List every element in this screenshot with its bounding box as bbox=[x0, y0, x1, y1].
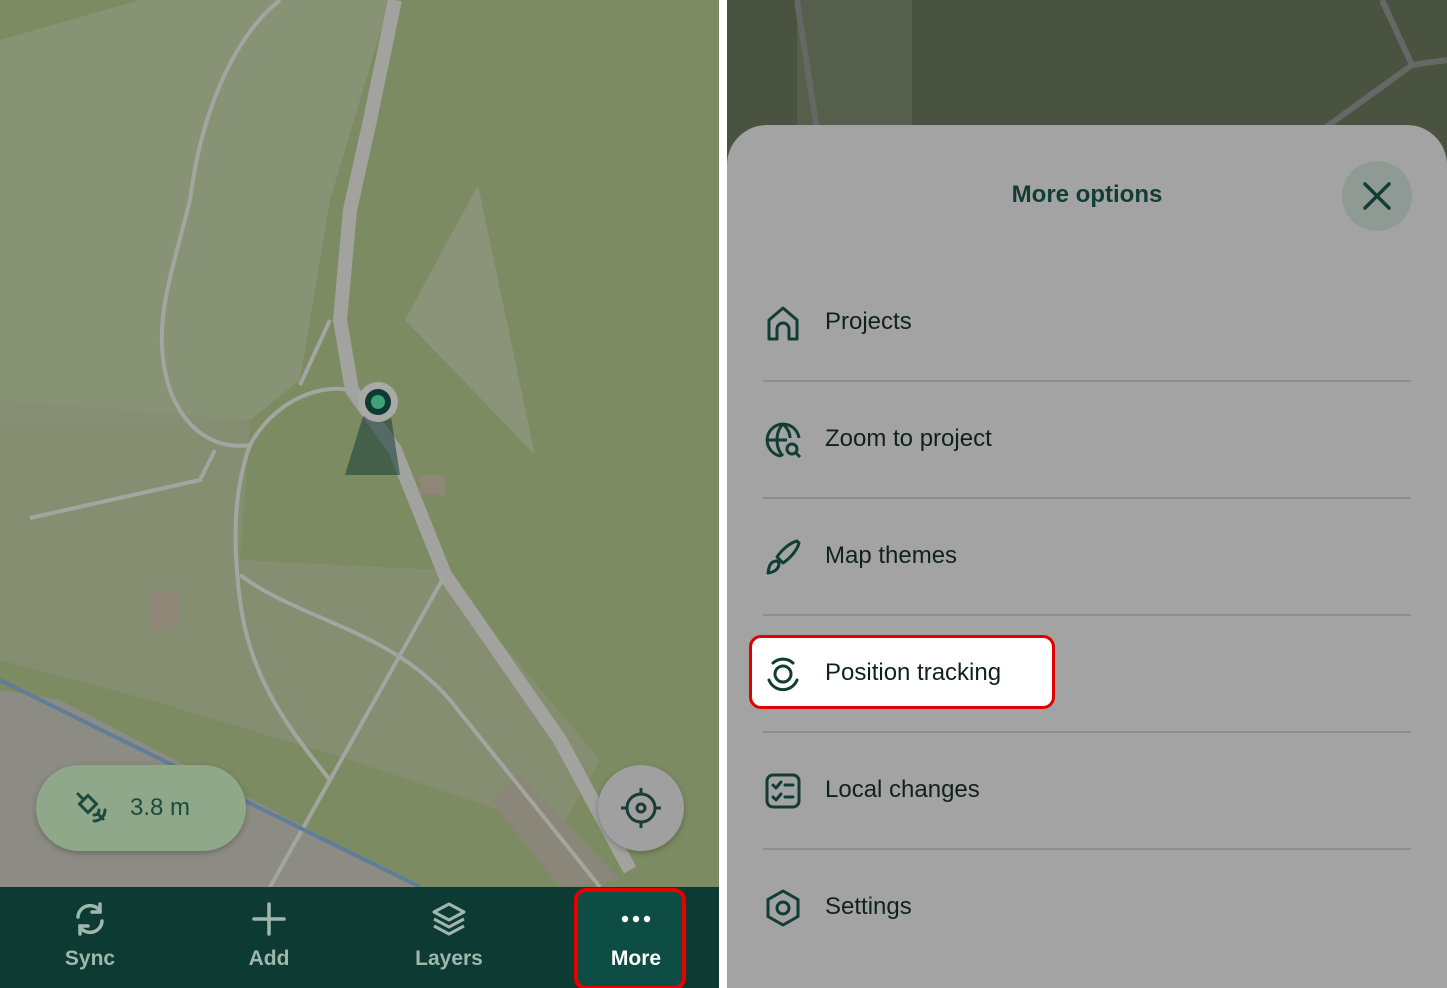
more-options-screen: More options Projects Zoom to project Ma… bbox=[727, 0, 1447, 988]
menu-label-zoom-to-project: Zoom to project bbox=[825, 425, 992, 452]
menu-label-position-tracking: Position tracking bbox=[825, 659, 1002, 686]
menu-item-zoom-to-project[interactable]: Zoom to project bbox=[763, 382, 1411, 499]
globe-search-icon bbox=[765, 422, 802, 459]
home-icon bbox=[767, 306, 799, 341]
gps-accuracy-chip[interactable]: 3.8 m bbox=[36, 765, 246, 851]
plus-icon bbox=[252, 902, 286, 936]
settings-icon bbox=[766, 889, 800, 927]
more-options-sheet: More options Projects Zoom to project Ma… bbox=[727, 125, 1447, 988]
nav-add-label: Add bbox=[248, 947, 290, 970]
menu-item-local-changes[interactable]: Local changes bbox=[763, 733, 1411, 850]
checklist-icon bbox=[765, 773, 801, 809]
nav-sync[interactable]: Sync bbox=[30, 887, 150, 988]
sync-icon bbox=[76, 902, 104, 936]
menu-label-local-changes: Local changes bbox=[825, 776, 980, 803]
tracking-icon bbox=[767, 657, 799, 692]
close-icon bbox=[1363, 182, 1391, 210]
nav-layers-label: Layers bbox=[415, 947, 483, 970]
menu-label-settings: Settings bbox=[825, 893, 912, 920]
satellite-icon bbox=[76, 792, 107, 823]
menu-label-map-themes: Map themes bbox=[825, 542, 958, 569]
nav-layers[interactable]: Layers bbox=[389, 887, 509, 988]
nav-add[interactable]: Add bbox=[209, 887, 329, 988]
sheet-title: More options bbox=[1011, 181, 1163, 208]
nav-sync-label: Sync bbox=[64, 947, 116, 970]
close-button[interactable] bbox=[1342, 161, 1412, 231]
menu-label-projects: Projects bbox=[825, 308, 912, 335]
map-background bbox=[794, 0, 1447, 130]
crosshair-icon bbox=[621, 788, 661, 828]
nav-more[interactable]: More bbox=[574, 887, 696, 988]
screen-divider bbox=[719, 0, 727, 988]
layers-icon bbox=[432, 902, 466, 936]
locate-me-button[interactable] bbox=[598, 765, 684, 851]
map-screen: 3.8 m Sync Add Layers More bbox=[0, 0, 719, 988]
gps-accuracy-value: 3.8 m bbox=[130, 794, 191, 821]
menu-item-position-tracking[interactable]: Position tracking bbox=[763, 616, 1411, 733]
more-dots-icon bbox=[621, 915, 651, 923]
menu-item-settings[interactable]: Settings bbox=[763, 850, 1411, 967]
bottom-navigation: Sync Add Layers More bbox=[0, 887, 719, 988]
menu-item-map-themes[interactable]: Map themes bbox=[763, 499, 1411, 616]
brush-icon bbox=[766, 539, 801, 575]
nav-more-label: More bbox=[610, 947, 662, 970]
menu-item-projects[interactable]: Projects bbox=[763, 265, 1411, 382]
